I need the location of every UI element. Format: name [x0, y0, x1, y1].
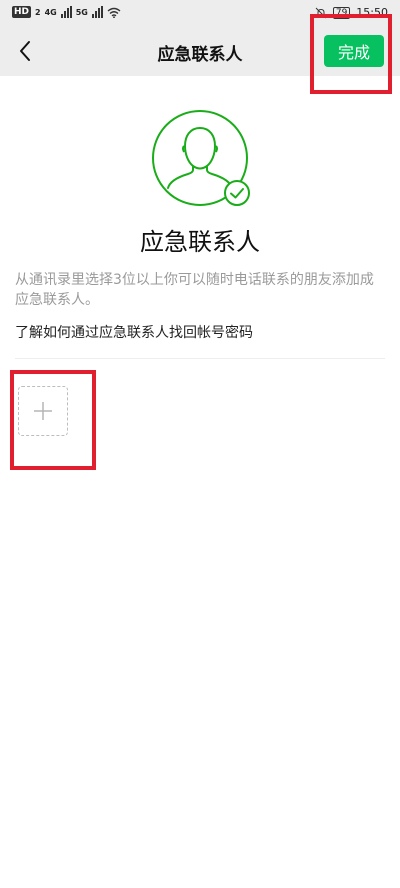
- status-bar: HD 2 4G 5G 79 15:50: [0, 0, 400, 26]
- main-heading: 应急联系人: [140, 228, 260, 256]
- divider: [15, 358, 385, 359]
- mute-bell-icon: [315, 7, 327, 18]
- status-right: 79 15:50: [315, 6, 388, 19]
- help-link[interactable]: 了解如何通过应急联系人找回帐号密码: [15, 322, 253, 342]
- battery-icon: 79: [332, 6, 351, 19]
- network-5g: 5G: [75, 7, 88, 17]
- status-left: HD 2 4G 5G: [12, 6, 121, 18]
- signal-icon-2: [91, 6, 103, 18]
- done-button[interactable]: 完成: [324, 35, 384, 67]
- add-contact-button[interactable]: [18, 386, 68, 436]
- plus-icon: [34, 402, 52, 420]
- clock: 15:50: [356, 6, 388, 19]
- nav-bar: 应急联系人 完成: [0, 26, 400, 76]
- check-circle-icon: [224, 180, 250, 206]
- signal-icon: [60, 6, 72, 18]
- wifi-icon: [107, 7, 121, 18]
- avatar-illustration: [150, 108, 252, 210]
- network-4g: 4G: [44, 7, 57, 17]
- description-text: 从通讯录里选择3位以上你可以随时电话联系的朋友添加成应急联系人。: [15, 272, 374, 308]
- hd-sub: 2: [35, 7, 41, 17]
- hd-badge: HD: [12, 6, 32, 18]
- screen: HD 2 4G 5G 79 15:50 应急联系人 完成 应急联系人 从通讯录里…: [0, 0, 400, 888]
